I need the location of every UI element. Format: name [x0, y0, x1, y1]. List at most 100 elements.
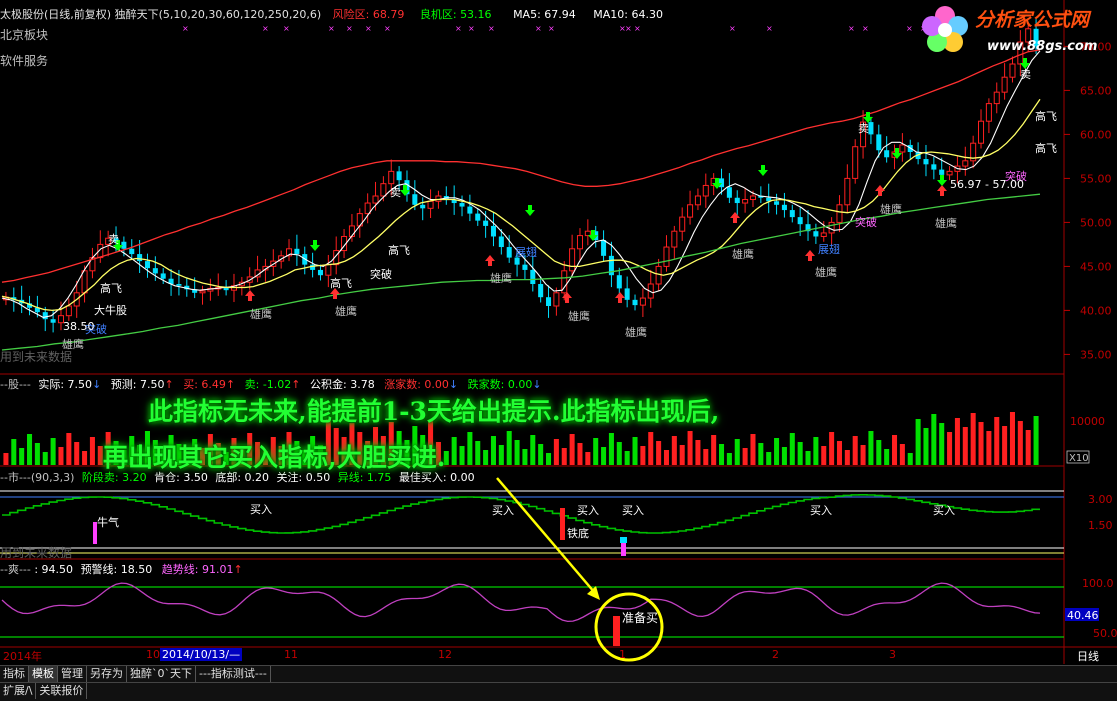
volume-bar-up [679, 445, 685, 465]
top-x-marker: × [283, 24, 290, 33]
buy-in-label: 买入 [810, 504, 832, 517]
volume-bar-down [1033, 416, 1039, 465]
buy-in-label: 买入 [933, 504, 955, 517]
volume-bar-down [475, 441, 481, 465]
ready-buy-label: 准备买 [622, 611, 658, 625]
buy-arrow-icon [245, 290, 255, 301]
buy-arrow-icon [875, 185, 885, 196]
volume-bar-down [538, 444, 544, 465]
eagle-label: 雄鹰 [490, 271, 512, 285]
p3-axis-300: 3.00 [1088, 493, 1113, 506]
candle-body-down [632, 299, 638, 306]
signal-bar-top [620, 537, 627, 543]
candle-body-down [813, 231, 819, 237]
volume-bar-down [766, 452, 772, 465]
top-signal-row: ××××××××××××××××××××× [182, 24, 927, 33]
candle-body-down [498, 236, 504, 248]
volume-bar-down [719, 444, 725, 465]
chart-stage[interactable]: 70.0065.0060.0055.0050.0045.0040.0035.00… [0, 0, 1117, 700]
candle-body-up [388, 170, 395, 185]
bull-label: 牛气 [97, 515, 119, 529]
date-axis: 2014年 10 2014/10/13/— 11 12 1 2 3 日线 [3, 648, 1099, 664]
candle-body-up [899, 144, 906, 153]
volume-bar-down [467, 432, 473, 465]
candle-body-down [939, 169, 945, 175]
top-x-marker: × [634, 24, 641, 33]
high-fly-label: 高飞 [330, 276, 352, 290]
candle-body-up [576, 235, 583, 250]
eagle-label: 雄鹰 [250, 307, 272, 321]
candle-body-down [884, 150, 890, 158]
ma-line-ma5 [1, 50, 1041, 318]
tab-duzui[interactable]: 独醉`0`天下 [127, 666, 196, 682]
candle-body-up [1009, 63, 1016, 78]
tab-test[interactable]: ---指标测试--- [196, 666, 271, 682]
volume-bar-up [978, 422, 984, 465]
top-x-marker: × [365, 24, 372, 33]
candle-body-up [199, 290, 206, 294]
volume-bar-down [876, 440, 882, 465]
candle-body-down [483, 220, 489, 226]
tab-related-quote[interactable]: 关联报价 [36, 683, 88, 699]
volume-bar-down [19, 448, 25, 465]
price-tick-label: 45.00 [1080, 260, 1112, 273]
candle-body-up [828, 221, 835, 234]
volume-bar-up [962, 427, 968, 465]
candle-body-up [1001, 76, 1008, 93]
volume-bar-down [884, 449, 890, 465]
sell-label: 卖 [858, 122, 869, 135]
good-value: 53.16 [460, 8, 492, 21]
iron-bottom-label: 铁底 [567, 526, 589, 540]
site-logo[interactable]: 分析家公式网 www.88gs.com [915, 0, 1115, 60]
volume-bar-down [813, 437, 819, 465]
candle-body-down [538, 284, 544, 298]
volume-bar-down [506, 431, 512, 465]
high-fly-label: 高飞 [388, 243, 410, 257]
p3-axis-150: 1.50 [1088, 519, 1113, 532]
cursor-date[interactable]: 2014/10/13/— [160, 648, 243, 661]
volume-bar-up [89, 437, 95, 465]
buy-in-label: 买入 [492, 504, 514, 517]
iron-bottom-bar [560, 508, 565, 540]
volume-bar-down [50, 438, 56, 465]
break-label: 突破 [855, 215, 877, 229]
volume-bar-up [821, 446, 827, 465]
tab-manage[interactable]: 管理 [58, 666, 87, 682]
volume-bar-down [530, 435, 536, 465]
candle-body-down [160, 273, 166, 279]
no-future-label-2: 用到未来数据 [0, 546, 73, 560]
volume-bar-down [451, 437, 457, 465]
volume-bar-down [868, 431, 874, 465]
volume-bar-down [781, 447, 787, 465]
volume-bar-up [553, 439, 559, 465]
extension-tab-bar: 扩展/\ 关联报价 [0, 682, 1117, 701]
signal-markers: 卖卖卖卖高飞高飞高飞高飞高飞突破突破突破突破雄鹰 雄鹰雄鹰雄鹰雄鹰雄鹰雄鹰雄鹰雄鹰… [62, 58, 1057, 351]
high-fly-label: 高飞 [1035, 109, 1057, 123]
candle-body-down [774, 201, 780, 205]
volume-bar-down [797, 442, 803, 465]
volume-bar-down [758, 443, 764, 465]
price-axis: 70.0065.0060.0055.0050.0045.0040.0035.00 [1064, 40, 1112, 361]
volume-bar-up [994, 417, 1000, 465]
price-tick-label: 35.00 [1080, 348, 1112, 361]
volume-bar-up [954, 418, 960, 465]
ma5-value: MA5: 67.94 [513, 8, 576, 21]
tab-template[interactable]: 模板 [29, 666, 58, 682]
candle-body-down [152, 268, 158, 274]
period-label[interactable]: 日线 [1077, 648, 1099, 664]
buy-arrow-icon [615, 292, 625, 303]
volume-bar-down [632, 437, 638, 465]
tab-indicator[interactable]: 指标 [0, 666, 29, 682]
volume-bar-down [734, 439, 740, 465]
candle-body-up [584, 230, 591, 237]
candle-body-up [427, 200, 434, 209]
flower-logo-icon [922, 6, 968, 52]
buy-arrow-icon [805, 250, 815, 261]
volume-bar-down [593, 438, 599, 465]
candle-body-down [294, 248, 300, 255]
tab-expand[interactable]: 扩展/\ [0, 683, 37, 699]
candle-body-down [475, 213, 481, 221]
candle-body-down [719, 178, 725, 188]
candle-body-down [506, 247, 512, 258]
tab-save-as[interactable]: 另存为 [87, 666, 127, 682]
